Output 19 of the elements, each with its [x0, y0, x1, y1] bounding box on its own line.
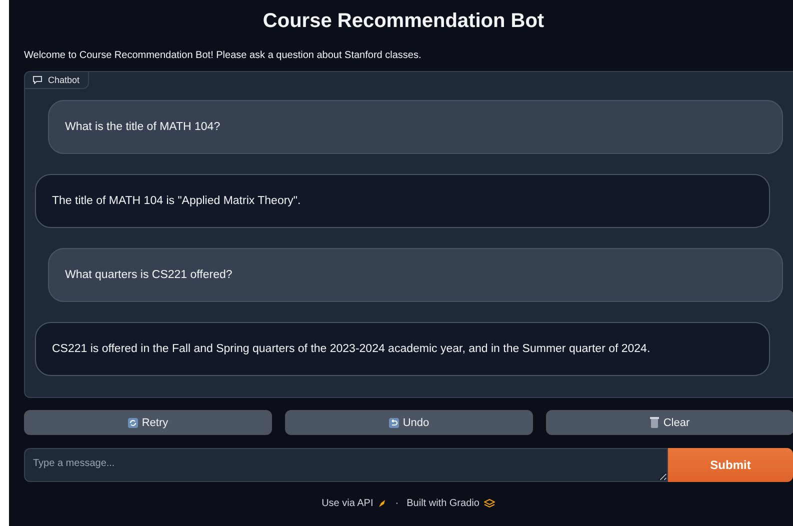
stacked-layers-icon	[484, 499, 496, 508]
api-link[interactable]: Use via API	[322, 498, 388, 509]
message-input[interactable]: Type a message...	[24, 448, 668, 482]
chatbot-label-text: Chatbot	[48, 75, 80, 85]
gradio-link[interactable]: Built with Gradio	[406, 498, 496, 509]
user-message: What is the title of MATH 104?	[48, 100, 783, 154]
bot-message: CS221 is offered in the Fall and Spring quarters of the 2023-2024 academic year, and in the Summer quarter of 2024.	[35, 322, 770, 376]
welcome-text: Welcome to Course Recommendation Bot! Please ask a question about Stanford classes.	[24, 50, 422, 61]
chat-icon	[33, 76, 42, 84]
trash-icon	[650, 417, 660, 428]
bot-message: The title of MATH 104 is "Applied Matrix Theory".	[35, 174, 770, 228]
refresh-icon	[128, 418, 138, 428]
user-message: What quarters is CS221 offered?	[48, 248, 783, 302]
undo-button[interactable]: Undo	[285, 410, 533, 435]
clear-button[interactable]: Clear	[546, 410, 793, 435]
separator-dot: ·	[395, 498, 399, 509]
page-title: Course Recommendation Bot	[262, 10, 544, 33]
return-arrow-icon	[388, 418, 399, 428]
retry-button[interactable]: Retry	[24, 410, 272, 435]
